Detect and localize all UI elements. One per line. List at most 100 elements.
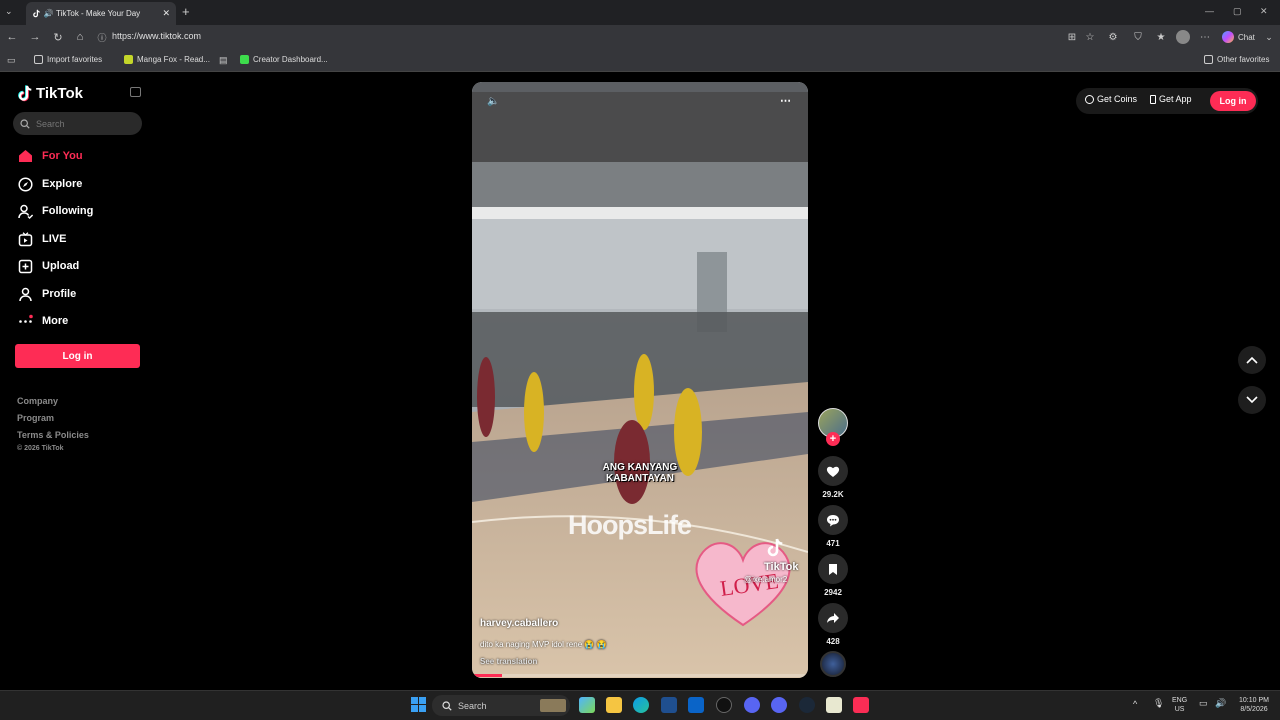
search-input[interactable] [36, 118, 126, 129]
copilot-icon [1222, 31, 1234, 43]
following-icon [17, 203, 33, 219]
discord-icon[interactable] [744, 697, 760, 713]
comment-button[interactable] [818, 505, 848, 535]
favorite-manga-fox[interactable]: Manga Fox - Read... [124, 55, 210, 64]
tab-actions-icon[interactable]: ⌄ [5, 6, 13, 17]
nav-for-you[interactable]: For You [17, 148, 83, 164]
next-video-button[interactable] [1238, 386, 1266, 414]
nav-profile[interactable]: Profile [17, 286, 76, 302]
live-icon [17, 231, 33, 247]
favorite-import[interactable]: Import favorites [34, 55, 102, 64]
language-indicator[interactable]: ENG US [1172, 696, 1187, 714]
refresh-icon[interactable]: ↻ [52, 31, 64, 44]
get-coins-button[interactable]: Get Coins [1085, 94, 1137, 104]
browser-tab-strip [0, 0, 1280, 25]
collapse-sidebar-icon[interactable] [130, 87, 141, 97]
split-screen-icon[interactable]: ⊞ [1066, 31, 1078, 43]
edge-browser-icon[interactable] [633, 697, 649, 713]
store-app-icon[interactable] [661, 697, 677, 713]
footer-company-link[interactable]: Company [17, 396, 58, 406]
music-disc-icon[interactable] [820, 651, 846, 677]
video-player[interactable]: ANG KANYANG KABANTAYAN HoopsLife LOVE Ti… [472, 82, 808, 678]
header-login-button[interactable]: Log in [1210, 91, 1256, 111]
like-button[interactable] [818, 456, 848, 486]
window-close-button[interactable]: ✕ [1260, 6, 1268, 17]
collapse-icon[interactable]: ⌄ [1263, 31, 1275, 43]
tiktok-wordmark: TikTok [36, 85, 83, 102]
outlook-icon[interactable] [688, 697, 704, 713]
compass-icon [17, 176, 33, 192]
share-arrow-icon [827, 613, 839, 623]
nav-explore[interactable]: Explore [17, 176, 82, 192]
comment-count: 471 [826, 539, 840, 548]
media-app-icon[interactable] [716, 697, 732, 713]
clock[interactable]: 10:10 PM 8/5/2026 [1233, 696, 1275, 714]
profile-avatar-icon[interactable] [1176, 30, 1190, 44]
volume-icon[interactable]: 🔊 [1215, 699, 1226, 708]
discord-ptb-icon[interactable] [771, 697, 787, 713]
tiktok-logo[interactable]: TikTok [17, 85, 83, 102]
file-explorer-icon[interactable] [606, 697, 622, 713]
nav-more[interactable]: More [17, 313, 68, 329]
favorite-creator-dashboard[interactable]: Creator Dashboard... [240, 55, 328, 64]
previous-video-button[interactable] [1238, 346, 1266, 374]
video-progress-track[interactable] [472, 674, 808, 677]
steam-icon[interactable] [799, 697, 815, 713]
share-button[interactable] [818, 603, 848, 633]
site-info-icon[interactable]: ⓘ [96, 31, 108, 43]
nav-label: LIVE [42, 233, 67, 245]
video-author[interactable]: harvey.caballero [480, 618, 558, 629]
maximize-button[interactable]: ▢ [1233, 6, 1242, 17]
footer-terms-link[interactable]: Terms & Policies [17, 430, 89, 440]
speaker-icon[interactable]: 🔊 [44, 9, 54, 18]
taskbar-search[interactable]: Search [432, 695, 570, 716]
page-icon[interactable]: ▤ [219, 55, 228, 66]
extensions-icon[interactable]: ⚙ [1107, 31, 1119, 43]
see-translation-link[interactable]: See translation [480, 657, 537, 666]
other-favorites[interactable]: Other favorites [1204, 55, 1269, 64]
tiktok-watermark-text: TikTok [764, 561, 799, 573]
tiktok-watermark-icon [764, 537, 786, 559]
copilot-app-icon[interactable] [579, 697, 595, 713]
close-tab-icon[interactable]: ✕ [162, 8, 170, 19]
save-button[interactable] [818, 554, 848, 584]
sidebar-login-button[interactable]: Log in [15, 344, 140, 368]
forward-icon[interactable]: → [29, 31, 41, 43]
favorite-label: Import favorites [47, 55, 103, 64]
nav-following[interactable]: Following [17, 203, 93, 219]
footer-program-link[interactable]: Program [17, 413, 54, 423]
url-field[interactable]: https://www.tiktok.com [112, 31, 201, 41]
tray-overflow-icon[interactable]: ^ [1133, 700, 1137, 709]
back-icon[interactable]: ← [6, 31, 18, 43]
copilot-chat-button[interactable]: Chat [1222, 31, 1255, 43]
new-tab-button[interactable]: + [182, 4, 190, 19]
favorites-icon[interactable]: ★ [1155, 31, 1167, 43]
nav-upload[interactable]: Upload [17, 258, 79, 274]
nav-label: More [42, 315, 69, 327]
chat-label: Chat [1238, 32, 1255, 42]
notepad-icon[interactable] [826, 697, 842, 713]
video-progress-fill [472, 674, 502, 677]
apple-music-icon[interactable] [853, 697, 869, 713]
nav-live[interactable]: LIVE [17, 231, 66, 247]
home-icon[interactable]: ⌂ [74, 31, 86, 43]
get-app-button[interactable]: Get App [1150, 94, 1192, 104]
network-icon[interactable]: ▭ [1199, 699, 1208, 708]
search-box[interactable] [13, 112, 142, 135]
workspaces-icon[interactable]: ▭ [7, 55, 16, 66]
browser-tab[interactable]: 🔊 TikTok - Make Your Day ✕ [26, 2, 176, 25]
mute-icon[interactable]: 🔈 [487, 96, 499, 107]
get-app-label: Get App [1159, 94, 1192, 104]
minimize-button[interactable]: — [1205, 6, 1214, 16]
settings-more-icon[interactable]: ⋯ [1199, 31, 1211, 43]
microphone-icon[interactable]: 🎙 [1153, 699, 1164, 708]
windows-start-icon[interactable] [411, 697, 426, 712]
other-favorites-label: Other favorites [1217, 55, 1270, 64]
video-description: dito ka naging MVP idol rene 😭 😭 [480, 640, 607, 649]
save-count: 2942 [824, 588, 842, 597]
browser-essentials-icon[interactable]: ⛉ [1132, 31, 1144, 43]
favorite-star-icon[interactable]: ☆ [1084, 31, 1096, 43]
upload-icon [17, 258, 33, 274]
video-more-icon[interactable]: ⋯ [780, 94, 791, 107]
follow-plus-icon[interactable]: + [826, 432, 840, 446]
